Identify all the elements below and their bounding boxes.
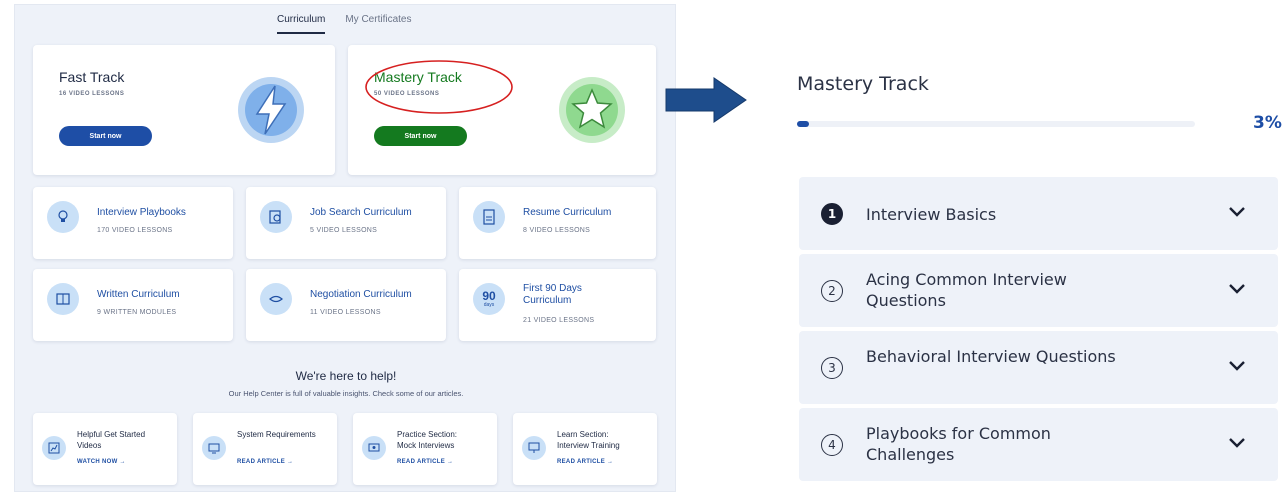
- help-article-title: Helpful Get Started Videos: [77, 430, 146, 450]
- fast-track-lessons: 16 VIDEO LESSONS: [59, 91, 125, 97]
- monitor-icon: [202, 436, 226, 460]
- section-accordion-4[interactable]: 4 Playbooks for Common Challenges: [799, 408, 1278, 481]
- section-label: Playbooks for Common Challenges: [866, 424, 1051, 464]
- dashboard-panel: Curriculum My Certificates Fast Track 16…: [14, 4, 676, 492]
- section-accordion-1[interactable]: 1 Interview Basics: [799, 177, 1278, 250]
- star-icon: [559, 77, 625, 143]
- curriculum-title: Resume Curriculum: [523, 207, 612, 218]
- curriculum-card-interview-playbooks[interactable]: Interview Playbooks 170 VIDEO LESSONS: [33, 187, 233, 259]
- chart-icon: [42, 436, 66, 460]
- handshake-icon: [260, 283, 292, 315]
- help-article-action[interactable]: READ ARTICLE →: [557, 459, 613, 465]
- curriculum-title: First 90 Days Curriculum: [523, 283, 582, 306]
- curriculum-title: Job Search Curriculum: [310, 207, 412, 218]
- fast-track-card[interactable]: Fast Track 16 VIDEO LESSONS Start now: [33, 45, 335, 175]
- section-number: 2: [821, 280, 843, 302]
- help-heading: We're here to help!: [295, 369, 397, 383]
- tab-bar: Curriculum My Certificates: [277, 14, 411, 34]
- help-card-system-requirements[interactable]: System Requirements READ ARTICLE →: [193, 413, 337, 485]
- section-accordion-3[interactable]: 3 Behavioral Interview Questions: [799, 331, 1278, 404]
- curriculum-card-first-90-days[interactable]: 90 days First 90 Days Curriculum 21 VIDE…: [459, 269, 656, 341]
- section-label: Interview Basics: [866, 205, 997, 224]
- mastery-track-card[interactable]: Mastery Track 50 VIDEO LESSONS Start now: [348, 45, 656, 175]
- curriculum-count: 9 WRITTEN MODULES: [97, 309, 177, 316]
- help-article-title: Practice Section: Mock Interviews: [397, 430, 458, 450]
- fast-track-title: Fast Track: [59, 69, 125, 85]
- magnifier-doc-icon: [260, 201, 292, 233]
- help-card-learn[interactable]: Learn Section: Interview Training READ A…: [513, 413, 657, 485]
- curriculum-count: 21 VIDEO LESSONS: [523, 317, 595, 324]
- curriculum-count: 5 VIDEO LESSONS: [310, 227, 378, 234]
- section-label: Acing Common Interview Questions: [866, 270, 1067, 310]
- section-label: Behavioral Interview Questions: [866, 347, 1116, 366]
- curriculum-title: Written Curriculum: [97, 289, 180, 300]
- help-article-action[interactable]: WATCH NOW →: [77, 459, 126, 465]
- chevron-down-icon[interactable]: [1227, 436, 1247, 450]
- resume-icon: [473, 201, 505, 233]
- help-subheading: Our Help Center is full of valuable insi…: [228, 389, 464, 398]
- curriculum-card-resume[interactable]: Resume Curriculum 8 VIDEO LESSONS: [459, 187, 656, 259]
- help-card-get-started[interactable]: Helpful Get Started Videos WATCH NOW →: [33, 413, 177, 485]
- badge-number: 90: [482, 289, 496, 303]
- chevron-down-icon[interactable]: [1227, 282, 1247, 296]
- lightning-icon: [238, 77, 304, 143]
- section-number: 1: [821, 203, 843, 225]
- tab-curriculum[interactable]: Curriculum: [277, 14, 326, 34]
- badge-unit: days: [483, 302, 495, 308]
- calendar-90-days-icon: 90 days: [473, 283, 505, 315]
- lightbulb-icon: [47, 201, 79, 233]
- help-card-practice[interactable]: Practice Section: Mock Interviews READ A…: [353, 413, 497, 485]
- section-accordion-2[interactable]: 2 Acing Common Interview Questions: [799, 254, 1278, 327]
- tab-my-certificates[interactable]: My Certificates: [345, 14, 411, 34]
- presentation-icon: [522, 436, 546, 460]
- chevron-down-icon[interactable]: [1227, 205, 1247, 219]
- curriculum-card-negotiation[interactable]: Negotiation Curriculum 11 VIDEO LESSONS: [246, 269, 446, 341]
- track-progress-percent: 3%: [1253, 113, 1282, 133]
- track-progress-fill: [797, 121, 809, 127]
- section-number: 3: [821, 357, 843, 379]
- help-article-action[interactable]: READ ARTICLE →: [237, 459, 293, 465]
- curriculum-count: 11 VIDEO LESSONS: [310, 309, 381, 316]
- track-detail-title: Mastery Track: [797, 73, 929, 95]
- mock-interview-icon: [362, 436, 386, 460]
- highlight-circle: [365, 60, 513, 114]
- section-number: 4: [821, 434, 843, 456]
- help-article-title: Learn Section: Interview Training: [557, 430, 620, 450]
- curriculum-card-job-search[interactable]: Job Search Curriculum 5 VIDEO LESSONS: [246, 187, 446, 259]
- book-icon: [47, 283, 79, 315]
- chevron-down-icon[interactable]: [1227, 359, 1247, 373]
- curriculum-card-written[interactable]: Written Curriculum 9 WRITTEN MODULES: [33, 269, 233, 341]
- curriculum-count: 170 VIDEO LESSONS: [97, 227, 173, 234]
- curriculum-title: Negotiation Curriculum: [310, 289, 412, 300]
- right-arrow-icon: [665, 77, 747, 123]
- track-progress-bar: [797, 121, 1195, 127]
- mastery-track-start-button[interactable]: Start now: [374, 126, 467, 146]
- help-article-action[interactable]: READ ARTICLE →: [397, 459, 453, 465]
- fast-track-start-button[interactable]: Start now: [59, 126, 152, 146]
- screenshot-root: Curriculum My Certificates Fast Track 16…: [0, 0, 1282, 495]
- help-article-title: System Requirements: [237, 430, 316, 439]
- curriculum-title: Interview Playbooks: [97, 207, 186, 218]
- curriculum-count: 8 VIDEO LESSONS: [523, 227, 591, 234]
